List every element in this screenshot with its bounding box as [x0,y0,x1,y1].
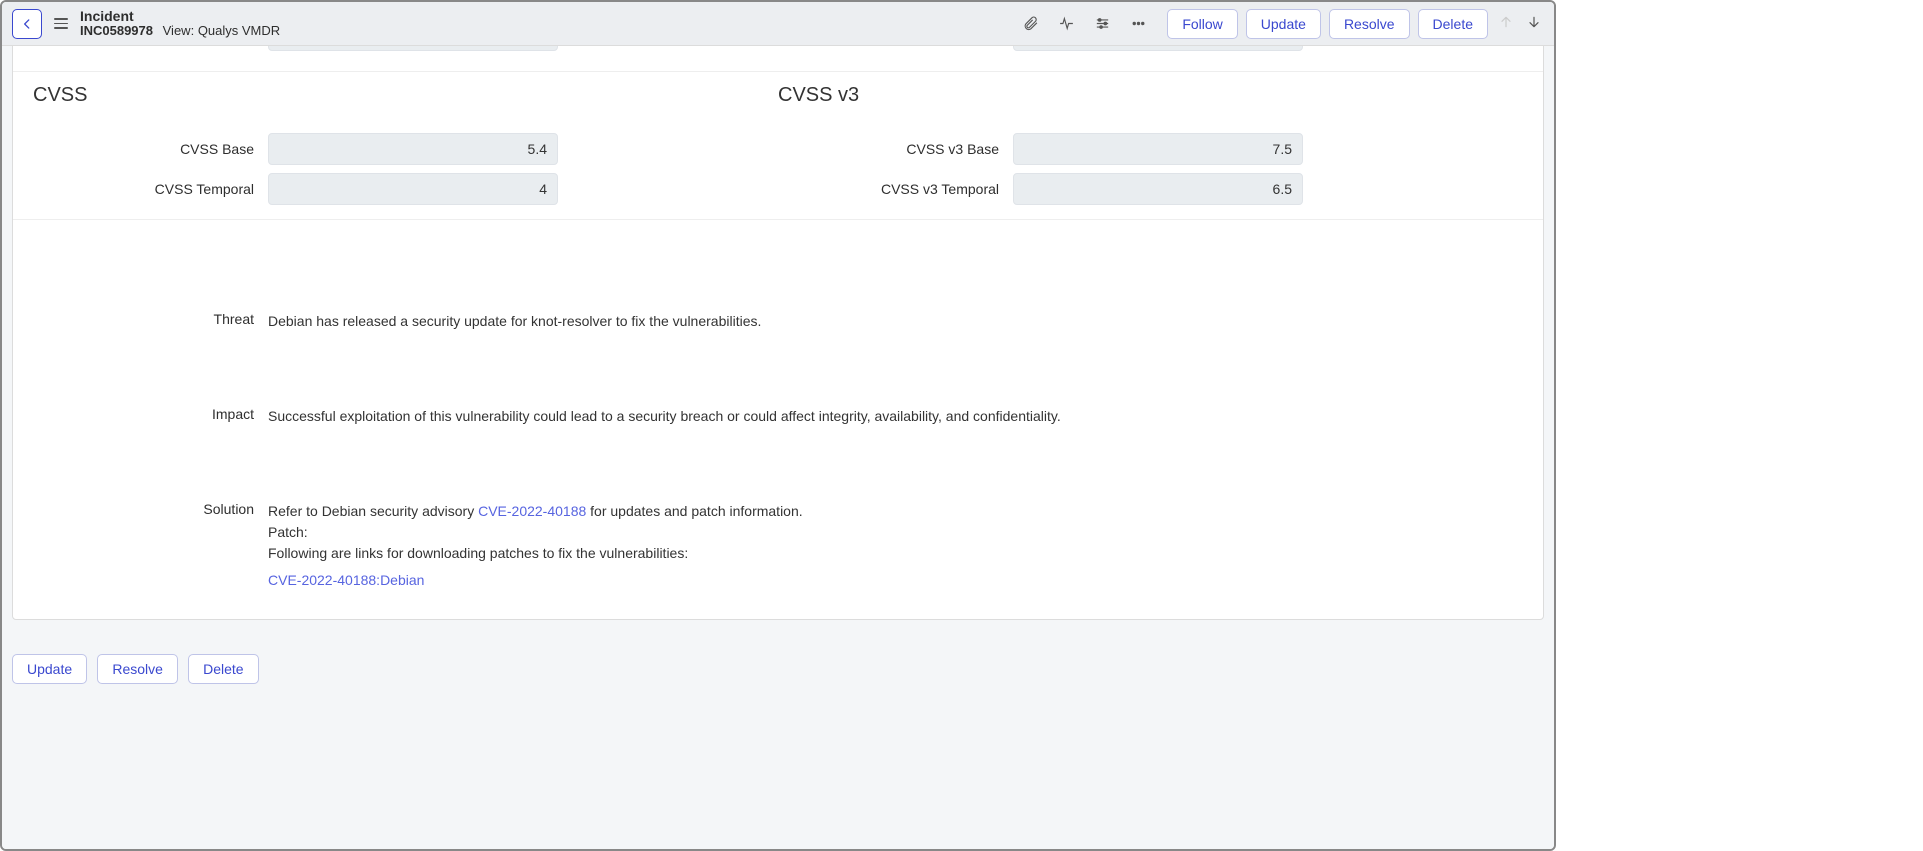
update-button-footer[interactable]: Update [12,654,87,684]
attachment-icon[interactable] [1021,15,1039,33]
label-solution: Solution [33,499,268,591]
field-cvss-v3-temporal: 6.5 [1013,173,1303,205]
label-cvss-v3-temporal: CVSS v3 Temporal [778,181,1013,197]
field-impact: Successful exploitation of this vulnerab… [268,404,1523,427]
settings-sliders-icon[interactable] [1093,15,1111,33]
view-prefix: View: [163,23,195,38]
form-body: ▲ Qualys Vulnerability Details Qualys De… [2,46,1554,849]
record-type: Incident [80,8,280,24]
field-cvss-temporal: 4 [268,173,558,205]
form-header: Incident INC0589978 View: Qualys VMDR F [2,2,1554,46]
menu-icon[interactable] [52,18,70,29]
follow-button[interactable]: Follow [1167,9,1237,39]
record-number: INC0589978 [80,23,153,38]
label-threat: Threat [33,309,268,332]
resolve-button-footer[interactable]: Resolve [97,654,178,684]
more-actions-icon[interactable] [1129,15,1147,33]
footer-buttons: Update Resolve Delete [2,640,1554,698]
label-cvss-base: CVSS Base [33,141,268,157]
label-impact: Impact [33,404,268,427]
field-qid: 183702 [1013,46,1303,51]
header-title-block: Incident INC0589978 View: Qualys VMDR [80,8,280,39]
solution-link-debian[interactable]: CVE-2022-40188:Debian [268,572,424,588]
field-cvss-base: 5.4 [268,133,558,165]
record-subtitle: INC0589978 View: Qualys VMDR [80,24,280,39]
view-name: Qualys VMDR [198,23,280,38]
field-solution: Refer to Debian security advisory CVE-20… [268,499,1523,591]
solution-patch-desc: Following are links for downloading patc… [268,545,688,561]
solution-text-pre: Refer to Debian security advisory [268,503,478,519]
delete-button-header[interactable]: Delete [1418,9,1488,39]
update-button-header[interactable]: Update [1246,9,1321,39]
resolve-button-header[interactable]: Resolve [1329,9,1410,39]
tab-panel: Title Debian Security Update for knot-re… [12,46,1544,620]
solution-patch-label: Patch: [268,524,308,540]
section-cvss-v3: CVSS v3 [778,84,1523,107]
prev-record-icon [1496,14,1516,34]
activity-icon[interactable] [1057,15,1075,33]
next-record-icon[interactable] [1524,14,1544,34]
header-icon-toolbar [1021,15,1147,33]
field-threat: Debian has released a security update fo… [268,309,1523,332]
label-cvss-temporal: CVSS Temporal [33,181,268,197]
solution-link-cve[interactable]: CVE-2022-40188 [478,503,586,519]
delete-button-footer[interactable]: Delete [188,654,258,684]
back-button[interactable] [12,9,42,39]
field-cvss-v3-base: 7.5 [1013,133,1303,165]
section-cvss: CVSS [33,84,778,107]
label-cvss-v3-base: CVSS v3 Base [778,141,1013,157]
solution-text-post: for updates and patch information. [586,503,802,519]
field-vuln-type: Confirmed Vulnerability [268,46,558,51]
